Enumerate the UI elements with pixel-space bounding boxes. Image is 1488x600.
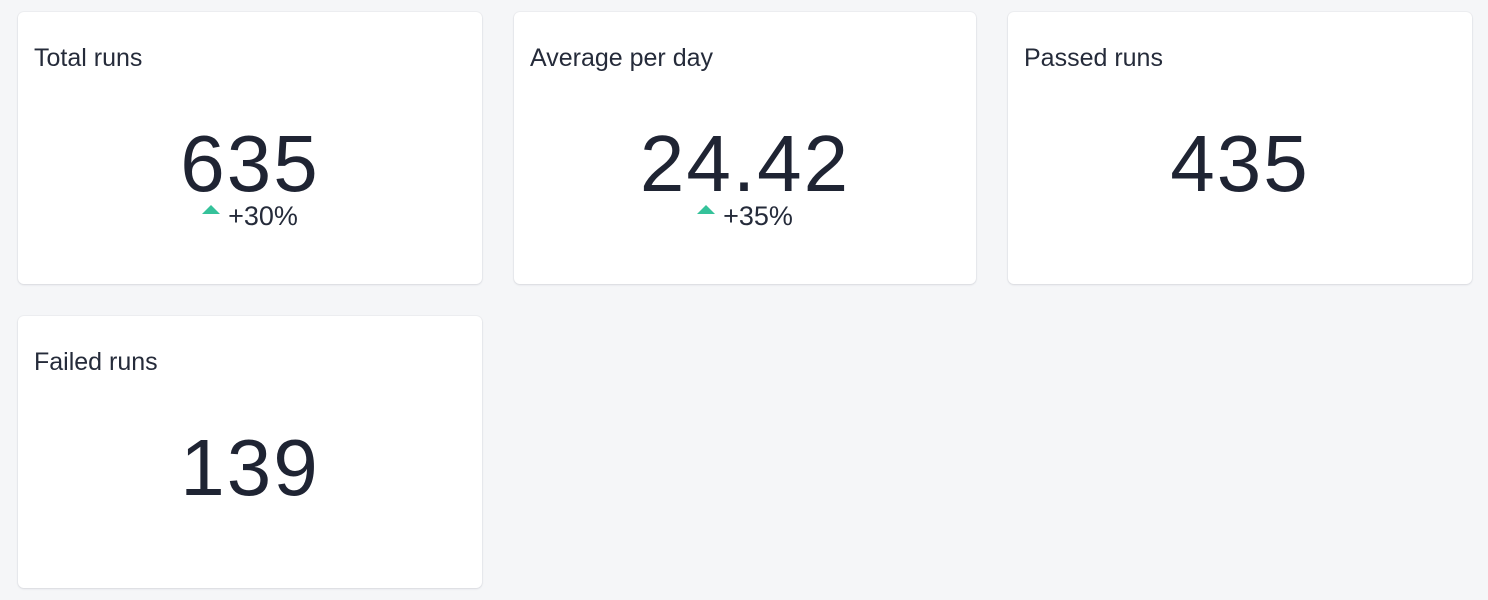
trend-delta: +35% <box>723 201 793 231</box>
trend-delta: +30% <box>228 201 298 231</box>
card-title: Total runs <box>34 44 143 72</box>
card-failed-runs: Failed runs 139 <box>18 316 482 588</box>
trend-indicator: +35% <box>514 198 976 234</box>
card-title: Average per day <box>530 44 713 72</box>
trend-up-icon <box>697 205 716 214</box>
card-total-runs: Total runs 635 +30% <box>18 12 482 284</box>
trend-indicator: +30% <box>18 198 482 234</box>
card-title: Passed runs <box>1024 44 1163 72</box>
metric-value: 139 <box>180 423 320 512</box>
card-passed-runs: Passed runs 435 <box>1008 12 1472 284</box>
card-average-per-day: Average per day 24.42 +35% <box>514 12 976 284</box>
card-title: Failed runs <box>34 348 158 376</box>
metric-value: 435 <box>1170 119 1310 208</box>
trend-up-icon <box>202 205 221 214</box>
